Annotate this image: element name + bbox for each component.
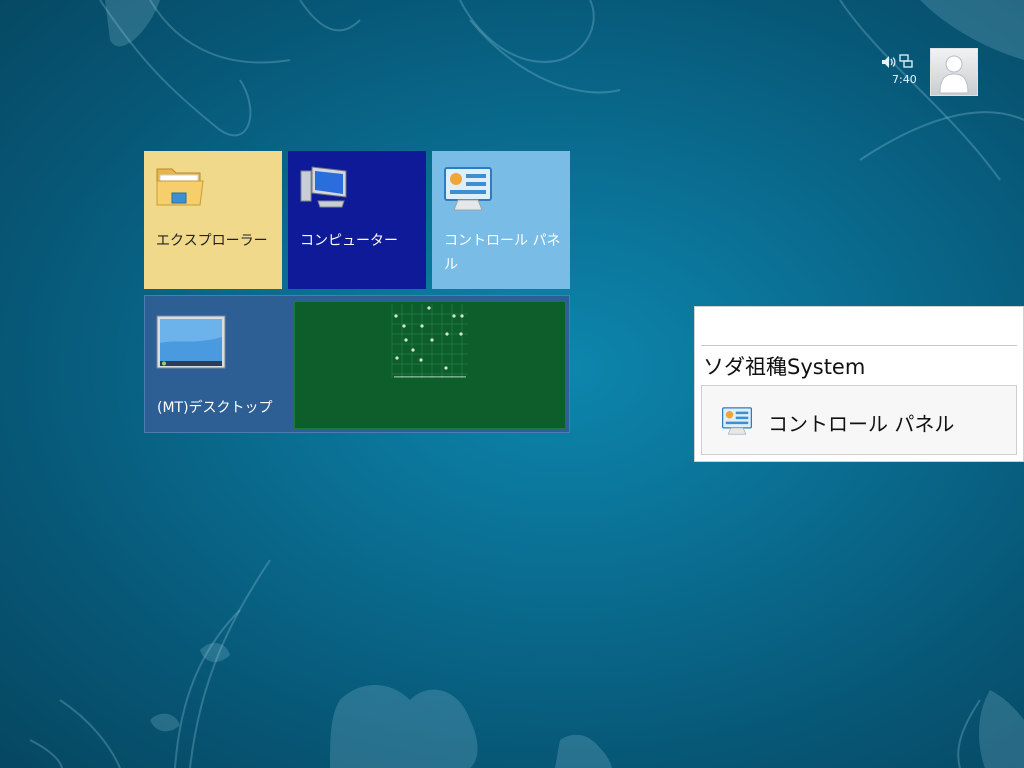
user-avatar-icon	[939, 55, 969, 94]
network-icon[interactable]	[898, 53, 914, 69]
tile-control-panel[interactable]: コントロール パネル	[432, 151, 570, 289]
popup-divider	[701, 345, 1017, 346]
tile-computer-label: コンピューター	[300, 233, 398, 249]
tile-desktop-label: (MT)デスクトップ	[157, 400, 273, 416]
desktop-icon	[156, 315, 226, 369]
speaker-icon[interactable]	[880, 54, 896, 70]
app-popup-panel: ソダ祖穐System コントロール パネル	[694, 306, 1024, 462]
user-avatar[interactable]	[930, 48, 978, 96]
tile-explorer-label: エクスプローラー	[156, 233, 268, 249]
desktop-preview	[294, 301, 566, 429]
popup-item-label: コントロール パネル	[768, 412, 955, 436]
computer-icon	[300, 166, 347, 208]
control-panel-icon	[444, 167, 492, 211]
tile-computer[interactable]: コンピューター	[288, 151, 426, 289]
tile-desktop[interactable]: (MT)デスクトップ	[144, 295, 570, 433]
popup-heading: ソダ祖穐System	[703, 355, 866, 379]
clock[interactable]: 7:40	[892, 73, 917, 86]
tile-explorer[interactable]: エクスプローラー	[144, 151, 282, 289]
folder-icon	[156, 168, 204, 206]
control-panel-icon	[722, 407, 752, 435]
tile-control-panel-label: コントロール パネル	[444, 233, 561, 273]
desktop-preview-thumbnail	[391, 304, 468, 378]
popup-item-control-panel[interactable]: コントロール パネル	[701, 385, 1017, 455]
